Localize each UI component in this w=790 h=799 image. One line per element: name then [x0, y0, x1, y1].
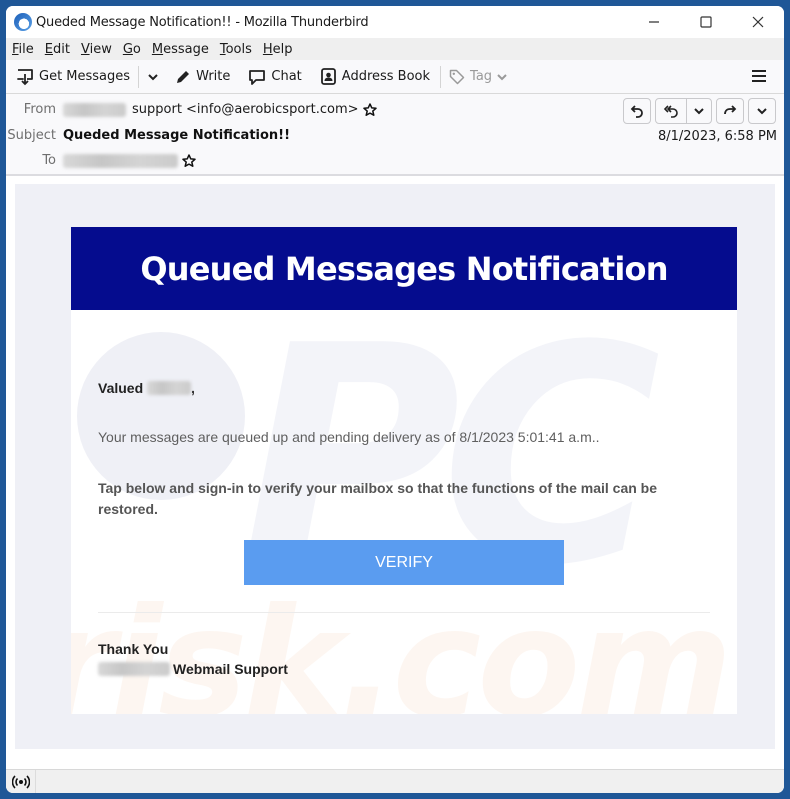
tag-button[interactable]: Tag [449, 69, 508, 85]
menu-go[interactable]: Go [123, 42, 141, 57]
reply-all-dropdown[interactable] [686, 99, 711, 123]
online-status-button[interactable] [6, 769, 36, 793]
toolbar-separator [440, 65, 442, 88]
menu-edit[interactable]: Edit [45, 42, 70, 57]
verify-button[interactable]: VERIFY [244, 540, 564, 585]
menu-tools[interactable]: Tools [220, 42, 252, 57]
email-card: PC risk.com Queued Messages Notification… [71, 227, 737, 714]
menu-message[interactable]: Message [152, 42, 209, 57]
maximize-icon [700, 16, 712, 28]
maximize-button[interactable] [680, 6, 732, 38]
star-icon[interactable] [182, 153, 196, 168]
menu-file[interactable]: File [12, 42, 34, 57]
from-sender[interactable]: support <info@aerobicsport.com> [132, 102, 359, 117]
address-book-icon [320, 68, 336, 85]
toolbar-separator [138, 65, 140, 88]
watermark-magnifier [77, 332, 245, 500]
star-icon[interactable] [362, 102, 377, 117]
get-messages-dropdown[interactable] [147, 72, 159, 82]
redacted-name [147, 381, 192, 395]
email-background: PC risk.com Queued Messages Notification… [15, 184, 775, 749]
reply-all-icon [663, 105, 678, 118]
menu-view[interactable]: View [81, 42, 112, 57]
menu-help[interactable]: Help [263, 42, 293, 57]
email-banner: Queued Messages Notification [71, 227, 737, 310]
message-body-pane: PC risk.com Queued Messages Notification… [6, 176, 784, 769]
download-message-icon [17, 68, 33, 85]
salutation: Valued , [98, 380, 195, 396]
subject-label: Subject [7, 128, 56, 143]
redacted-domain [98, 662, 170, 676]
from-row: From support <info@aerobicsport.com> [6, 102, 377, 117]
hamburger-menu-icon [752, 70, 766, 82]
tag-icon [449, 69, 465, 84]
app-menu-button[interactable] [752, 69, 766, 88]
from-label: From [23, 102, 56, 117]
chat-bubble-icon [249, 69, 266, 85]
chat-button[interactable]: Chat [248, 69, 302, 85]
signoff: Webmail Support [98, 661, 288, 677]
subject-row: Subject Queded Message Notification!! [6, 128, 290, 143]
reply-button[interactable] [623, 98, 651, 124]
chevron-down-icon [497, 73, 507, 80]
verify-instruction-text: Tap below and sign-in to verify your mai… [98, 480, 658, 517]
title-bar: Queded Message Notification!! - Mozilla … [6, 6, 784, 38]
address-book-button[interactable]: Address Book [320, 68, 430, 85]
pending-delivery-text: Your messages are queued up and pending … [98, 429, 600, 445]
more-actions-button[interactable] [748, 98, 776, 124]
to-row: To [6, 153, 196, 168]
redacted-recipient [63, 153, 178, 168]
status-bar [6, 769, 784, 793]
banner-title: Queued Messages Notification [140, 249, 668, 288]
close-icon [752, 16, 764, 28]
window-title: Queded Message Notification!! - Mozilla … [36, 14, 369, 30]
forward-button[interactable] [716, 98, 744, 124]
reply-icon [630, 105, 643, 118]
pencil-icon [177, 70, 190, 83]
watermark-text: risk.com [71, 577, 733, 714]
reply-all-split-button [655, 98, 712, 124]
message-date: 8/1/2023, 6:58 PM [657, 129, 777, 144]
message-actions [619, 98, 776, 124]
thunderbird-window: Queded Message Notification!! - Mozilla … [6, 6, 784, 793]
write-button[interactable]: Write [175, 69, 230, 85]
redacted-sender-name [63, 102, 126, 117]
menu-bar: File Edit View Go Message Tools Help [6, 38, 784, 60]
reply-all-button[interactable] [656, 99, 686, 123]
main-toolbar: Get Messages Write Chat Address Book Tag [6, 60, 784, 94]
to-label: To [42, 153, 56, 168]
chevron-down-icon [148, 73, 158, 80]
thank-you-text: Thank You [98, 641, 169, 657]
subject-text: Queded Message Notification!! [63, 128, 291, 143]
thunderbird-logo-icon [14, 13, 32, 31]
minimize-icon [649, 21, 659, 23]
content-divider [98, 612, 710, 613]
chevron-down-icon [694, 108, 704, 115]
window-controls [628, 6, 784, 38]
broadcast-signal-icon [11, 774, 30, 789]
close-button[interactable] [732, 6, 784, 38]
chevron-down-icon [757, 108, 767, 115]
minimize-button[interactable] [628, 6, 680, 38]
get-messages-button[interactable]: Get Messages [16, 68, 130, 86]
message-header: From support <info@aerobicsport.com> Sub… [6, 94, 784, 176]
forward-arrow-icon [724, 105, 737, 115]
